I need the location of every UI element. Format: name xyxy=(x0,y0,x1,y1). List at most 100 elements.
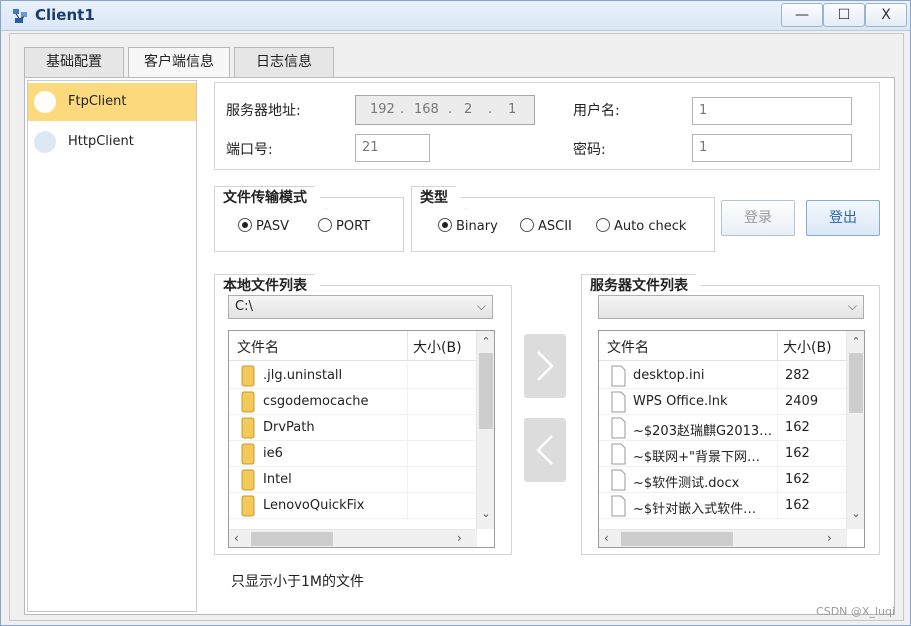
list-item[interactable]: LenovoQuickFix xyxy=(229,493,477,519)
chevron-up-icon[interactable]: ⌃ xyxy=(847,335,864,348)
ip-dot: . xyxy=(488,102,493,117)
tab-client-info[interactable]: 客户端信息 xyxy=(128,47,230,78)
minimize-button[interactable]: — xyxy=(781,3,823,27)
folder-icon xyxy=(241,365,255,387)
server-file-list[interactable]: 文件名 大小(B) desktop.ini 282 WPS Office.lnk… xyxy=(598,330,865,548)
chevron-left-icon xyxy=(536,435,553,465)
local-path-select[interactable]: C:\ ⌵ xyxy=(228,295,493,319)
radio-ascii[interactable]: ASCII xyxy=(520,218,572,234)
column-header-filename[interactable]: 文件名 xyxy=(237,337,279,357)
file-size: 162 xyxy=(785,446,810,461)
radio-unchecked-icon xyxy=(596,218,610,232)
username-input[interactable]: 1 xyxy=(692,97,852,125)
chevron-down-icon[interactable]: ⌄ xyxy=(847,507,864,520)
radio-label: PORT xyxy=(336,219,371,234)
column-header-filename[interactable]: 文件名 xyxy=(607,337,649,357)
scroll-thumb[interactable] xyxy=(251,532,333,546)
radio-pasv[interactable]: PASV xyxy=(238,218,289,234)
file-name: ~$软件测试.docx xyxy=(633,476,740,491)
file-icon xyxy=(611,469,626,491)
file-size: 162 xyxy=(785,498,810,513)
list-item[interactable]: WPS Office.lnk 2409 xyxy=(599,389,847,415)
server-address-label: 服务器地址: xyxy=(226,103,301,119)
close-button[interactable]: X xyxy=(865,3,907,27)
chevron-left-icon[interactable]: ‹ xyxy=(604,531,609,545)
password-input[interactable]: 1 xyxy=(692,134,852,162)
port-label: 端口号: xyxy=(226,142,273,158)
ip-dot: . xyxy=(448,102,453,117)
radio-unchecked-icon xyxy=(520,218,534,232)
server-address-input[interactable]: 192 . 168 . 2 . 1 xyxy=(355,95,535,125)
scroll-thumb[interactable] xyxy=(621,532,733,546)
radio-label: Auto check xyxy=(614,219,687,234)
list-item[interactable]: .jlg.uninstall xyxy=(229,363,477,389)
folder-icon xyxy=(241,495,255,517)
upload-button[interactable] xyxy=(524,334,566,398)
list-item[interactable]: ~$203赵瑞麒G2013… 162 xyxy=(599,415,847,441)
column-header-size[interactable]: 大小(B) xyxy=(783,337,832,357)
chevron-down-icon[interactable]: ⌄ xyxy=(477,507,494,520)
ip-octet-4: 1 xyxy=(508,102,517,117)
file-name: desktop.ini xyxy=(633,368,705,383)
server-list-header: 文件名 大小(B) xyxy=(599,331,847,361)
file-size: 282 xyxy=(785,368,810,383)
chevron-up-icon[interactable]: ⌃ xyxy=(477,335,494,348)
tab-basic-config[interactable]: 基础配置 xyxy=(24,47,124,77)
folder-icon xyxy=(241,391,255,413)
file-icon xyxy=(611,417,626,439)
file-name: DrvPath xyxy=(263,420,315,435)
file-icon xyxy=(611,365,626,387)
username-label: 用户名: xyxy=(573,103,620,119)
sidebar-item-ftpclient[interactable]: FtpClient xyxy=(28,83,196,121)
radio-label: Binary xyxy=(456,219,498,234)
list-item[interactable]: DrvPath xyxy=(229,415,477,441)
radio-label: ASCII xyxy=(538,219,572,234)
local-horizontal-scrollbar[interactable]: ‹ › xyxy=(229,529,477,547)
server-vertical-scrollbar[interactable]: ⌃ ⌄ xyxy=(846,331,864,529)
radio-auto-check[interactable]: Auto check xyxy=(596,218,686,234)
list-item[interactable]: Intel xyxy=(229,467,477,493)
chevron-right-icon[interactable]: › xyxy=(457,531,462,545)
chevron-left-icon[interactable]: ‹ xyxy=(234,531,239,545)
scroll-thumb[interactable] xyxy=(849,353,863,413)
file-name: ~$针对嵌入式软件… xyxy=(633,502,757,517)
file-icon xyxy=(611,443,626,465)
circle-icon xyxy=(34,91,56,113)
radio-unchecked-icon xyxy=(318,218,332,232)
radio-label: PASV xyxy=(256,219,290,234)
local-path-value: C:\ xyxy=(235,299,253,314)
column-header-size[interactable]: 大小(B) xyxy=(413,337,462,357)
list-item[interactable]: ~$联网+"背景下网… 162 xyxy=(599,441,847,467)
file-size: 162 xyxy=(785,472,810,487)
sidebar-item-label: HttpClient xyxy=(68,134,134,149)
radio-binary[interactable]: Binary xyxy=(438,218,498,234)
server-path-select[interactable]: ⌵ xyxy=(598,295,864,319)
tab-log-info[interactable]: 日志信息 xyxy=(234,47,334,77)
chevron-right-icon[interactable]: › xyxy=(827,531,832,545)
file-icon xyxy=(611,391,626,413)
scroll-thumb[interactable] xyxy=(479,353,493,429)
list-item[interactable]: ~$软件测试.docx 162 xyxy=(599,467,847,493)
local-file-list[interactable]: 文件名 大小(B) .jlg.uninstall csgodemocache D… xyxy=(228,330,495,548)
radio-port[interactable]: PORT xyxy=(318,218,370,234)
file-name: Intel xyxy=(263,472,292,487)
logout-button[interactable]: 登出 xyxy=(806,200,880,236)
port-input[interactable]: 21 xyxy=(355,134,430,162)
file-name: WPS Office.lnk xyxy=(633,394,728,409)
sidebar-item-label: FtpClient xyxy=(68,94,127,109)
list-item[interactable]: ie6 xyxy=(229,441,477,467)
transfer-mode-legend: 文件传输模式 xyxy=(214,186,326,210)
maximize-button[interactable]: ☐ xyxy=(823,3,865,27)
server-horizontal-scrollbar[interactable]: ‹ › xyxy=(599,529,847,547)
login-button[interactable]: 登录 xyxy=(721,200,795,236)
file-name: csgodemocache xyxy=(263,394,369,409)
list-item[interactable]: desktop.ini 282 xyxy=(599,363,847,389)
list-item[interactable]: ~$针对嵌入式软件… 162 xyxy=(599,493,847,519)
title-bar[interactable]: Client1 — ☐ X xyxy=(1,1,910,31)
sidebar-item-httpclient[interactable]: HttpClient xyxy=(28,123,196,161)
chevron-down-icon: ⌵ xyxy=(847,299,857,313)
list-item[interactable]: csgodemocache xyxy=(229,389,477,415)
ip-dot: . xyxy=(400,102,405,117)
local-vertical-scrollbar[interactable]: ⌃ ⌄ xyxy=(476,331,494,529)
download-button[interactable] xyxy=(524,418,566,482)
